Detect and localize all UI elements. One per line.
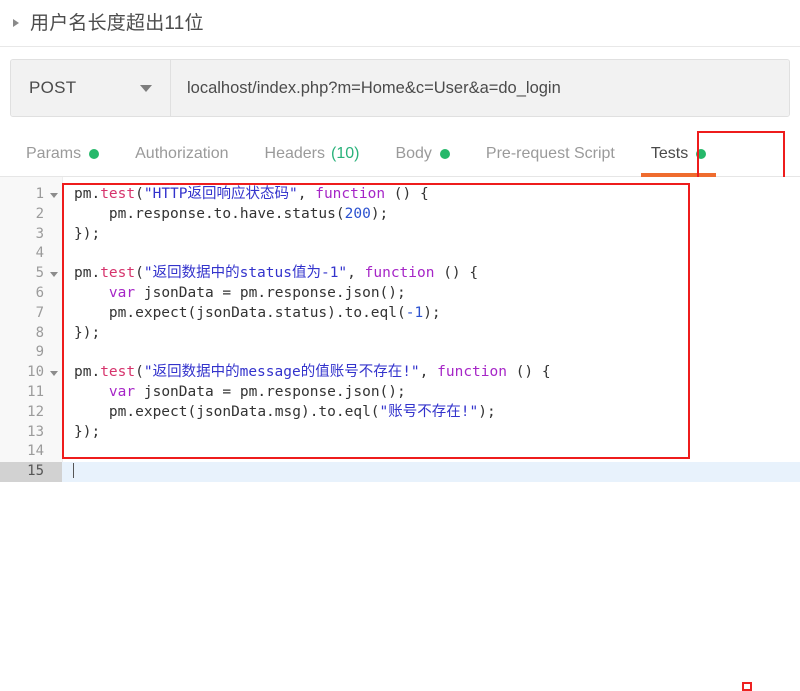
tab-body[interactable]: Body: [377, 131, 467, 176]
code-line-text[interactable]: pm.expect(jsonData.msg).to.eql("账号不存在!")…: [62, 403, 800, 423]
tab-headers[interactable]: Headers (10): [247, 131, 378, 176]
line-number: 14: [27, 443, 44, 460]
code-line-text[interactable]: var jsonData = pm.response.json();: [62, 284, 800, 304]
code-line-text[interactable]: });: [62, 225, 800, 245]
code-line-text[interactable]: pm.test("返回数据中的status值为-1", function () …: [62, 264, 800, 284]
tests-script-editor[interactable]: 1 pm.test("HTTP返回响应状态码", function () {2 p…: [0, 177, 800, 691]
request-bar: POST localhost/index.php?m=Home&c=User&a…: [10, 59, 790, 117]
code-line-text[interactable]: [62, 462, 800, 482]
fold-triangle-icon[interactable]: [50, 192, 58, 198]
tests-status-dot-icon: [696, 148, 707, 159]
code-line[interactable]: 8});: [0, 324, 800, 344]
code-line[interactable]: 15: [0, 462, 800, 482]
line-number: 13: [27, 423, 44, 440]
code-line[interactable]: 1 pm.test("HTTP返回响应状态码", function () {: [0, 185, 800, 205]
line-number: 4: [35, 245, 44, 262]
tab-body-label: Body: [395, 144, 432, 162]
line-number: 15: [0, 462, 62, 482]
line-number: 10: [0, 363, 62, 383]
triangle-right-icon[interactable]: [10, 16, 24, 30]
line-number: 6: [35, 284, 44, 301]
code-line[interactable]: 11 var jsonData = pm.response.json();: [0, 383, 800, 403]
code-line-text[interactable]: });: [62, 423, 800, 443]
code-line-text[interactable]: [62, 244, 800, 264]
line-number: 7: [35, 304, 44, 321]
code-line[interactable]: 12 pm.expect(jsonData.msg).to.eql("账号不存在…: [0, 403, 800, 423]
code-line-text[interactable]: });: [62, 324, 800, 344]
line-number: 3: [35, 225, 44, 242]
line-number: 8: [35, 324, 44, 341]
code-line[interactable]: 14: [0, 442, 800, 462]
request-url-value: localhost/index.php?m=Home&c=User&a=do_l…: [187, 78, 561, 97]
code-line[interactable]: 13});: [0, 423, 800, 443]
http-method-select[interactable]: POST: [11, 60, 171, 116]
http-method-label: POST: [29, 78, 77, 97]
code-line-text[interactable]: pm.response.to.have.status(200);: [62, 205, 800, 225]
fold-triangle-icon[interactable]: [50, 271, 58, 277]
code-line[interactable]: 9: [0, 343, 800, 363]
tab-pre-request-script[interactable]: Pre-request Script: [468, 131, 633, 176]
code-line[interactable]: 6 var jsonData = pm.response.json();: [0, 284, 800, 304]
tab-authorization[interactable]: Authorization: [117, 131, 246, 176]
code-line-text[interactable]: pm.test("HTTP返回响应状态码", function () {: [62, 185, 800, 205]
code-line-text[interactable]: [62, 343, 800, 363]
tab-headers-count: (10): [331, 144, 360, 162]
code-line-text[interactable]: pm.expect(jsonData.status).to.eql(-1);: [62, 304, 800, 324]
request-title-bar: 用户名长度超出11位: [0, 0, 800, 46]
tab-params-label: Params: [26, 144, 82, 162]
code-line[interactable]: 7 pm.expect(jsonData.status).to.eql(-1);: [0, 304, 800, 324]
tab-params[interactable]: Params: [8, 131, 117, 176]
fold-triangle-icon[interactable]: [50, 370, 58, 376]
params-status-dot-icon: [89, 148, 100, 159]
code-line[interactable]: 5 pm.test("返回数据中的status值为-1", function ()…: [0, 264, 800, 284]
request-tabs-container: Params Authorization Headers (10) Body P…: [0, 131, 800, 184]
code-lines[interactable]: 1 pm.test("HTTP返回响应状态码", function () {2 p…: [0, 185, 800, 482]
code-line[interactable]: 4: [0, 244, 800, 264]
request-tabs: Params Authorization Headers (10) Body P…: [0, 131, 800, 177]
code-line[interactable]: 3});: [0, 225, 800, 245]
code-line[interactable]: 10 pm.test("返回数据中的message的值账号不存在!", funct…: [0, 363, 800, 383]
code-line-text[interactable]: var jsonData = pm.response.json();: [62, 383, 800, 403]
code-line[interactable]: 2 pm.response.to.have.status(200);: [0, 205, 800, 225]
chevron-down-icon[interactable]: [140, 84, 152, 92]
page-title: 用户名长度超出11位: [30, 12, 204, 34]
line-number: 1: [0, 185, 62, 205]
request-url-input[interactable]: localhost/index.php?m=Home&c=User&a=do_l…: [171, 60, 789, 116]
resize-marker-icon[interactable]: [742, 682, 752, 691]
tab-headers-label: Headers: [264, 144, 325, 162]
line-number: 9: [35, 344, 44, 361]
body-status-dot-icon: [439, 148, 450, 159]
code-line-text[interactable]: pm.test("返回数据中的message的值账号不存在!", functio…: [62, 363, 800, 383]
line-number: 2: [35, 205, 44, 222]
line-number: 11: [27, 383, 44, 400]
tab-authorization-label: Authorization: [135, 144, 229, 162]
line-number: 12: [27, 403, 44, 420]
code-area[interactable]: 1 pm.test("HTTP返回响应状态码", function () {2 p…: [0, 177, 800, 482]
line-number: 5: [0, 264, 62, 284]
tab-tests[interactable]: Tests: [633, 131, 724, 177]
text-cursor: [73, 463, 74, 479]
request-bar-container: POST localhost/index.php?m=Home&c=User&a…: [0, 47, 800, 117]
code-line-text[interactable]: [62, 442, 800, 462]
tab-pre-request-script-label: Pre-request Script: [485, 144, 615, 162]
tab-tests-label: Tests: [650, 144, 689, 162]
